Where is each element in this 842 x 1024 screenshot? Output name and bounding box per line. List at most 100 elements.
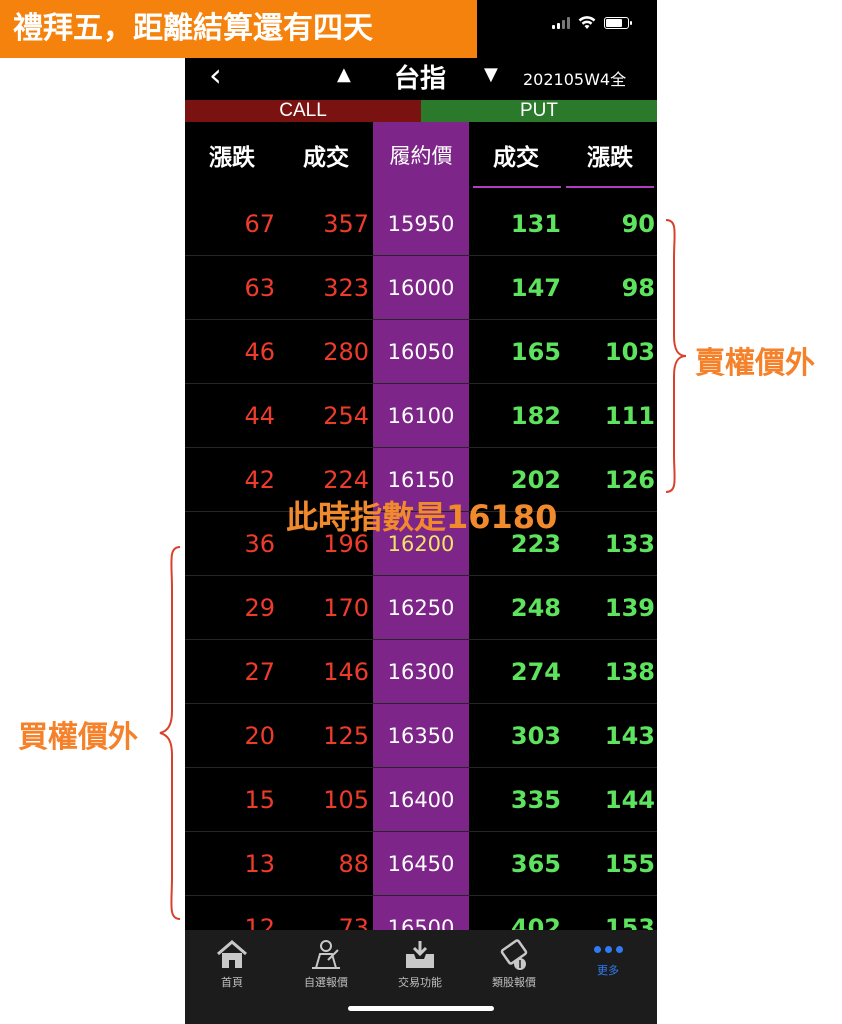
header-strike: 履約價 [389, 144, 453, 168]
call-volume-cell[interactable]: 125 [279, 704, 369, 768]
header-call-volume[interactable]: 成交 [279, 122, 373, 188]
put-change-cell[interactable]: 98 [563, 256, 655, 320]
sector-quote-icon [500, 939, 528, 970]
call-volume-cell[interactable]: 146 [279, 640, 369, 704]
table-row[interactable]: 67 357 15950 131 90 [185, 192, 657, 256]
put-volume-cell[interactable]: 365 [469, 832, 561, 896]
strike-price-cell[interactable]: 16400 [373, 768, 469, 832]
call-change-cell[interactable]: 63 [185, 256, 275, 320]
buy-otm-annotation: 買權價外 [18, 720, 138, 755]
call-change-cell[interactable]: 29 [185, 576, 275, 640]
tab-home[interactable]: 首頁 [185, 930, 279, 990]
put-change-cell[interactable]: 126 [563, 448, 655, 512]
prev-contract-button[interactable]: ▲ [337, 64, 351, 85]
call-change-cell[interactable]: 36 [185, 512, 275, 576]
put-change-cell[interactable]: 138 [563, 640, 655, 704]
call-put-bar: CALL PUT [185, 100, 657, 122]
call-change-cell[interactable]: 27 [185, 640, 275, 704]
sell-otm-annotation: 賣權價外 [695, 346, 815, 381]
contract-week-selector[interactable]: 202105W4全 [523, 66, 626, 90]
put-volume-underline [473, 186, 561, 188]
table-row[interactable]: 27 146 16300 274 138 [185, 640, 657, 704]
home-indicator[interactable] [348, 1006, 494, 1011]
strike-price-cell[interactable]: 16100 [373, 384, 469, 448]
put-change-cell[interactable]: 143 [563, 704, 655, 768]
strike-price-cell[interactable]: 16250 [373, 576, 469, 640]
next-contract-button[interactable]: ▼ [484, 64, 498, 85]
table-row[interactable]: 20 125 16350 303 143 [185, 704, 657, 768]
header-call-change[interactable]: 漲跌 [185, 122, 279, 188]
call-change-cell[interactable]: 67 [185, 192, 275, 256]
put-change-cell[interactable]: 90 [563, 192, 655, 256]
tab-trade[interactable]: 交易功能 [373, 930, 467, 990]
tab-label: 交易功能 [398, 976, 442, 989]
strike-price-cell[interactable]: 16050 [373, 320, 469, 384]
put-change-cell[interactable]: 133 [563, 512, 655, 576]
tab-label: 類股報價 [492, 976, 536, 989]
battery-icon [604, 17, 632, 29]
call-volume-cell[interactable]: 254 [279, 384, 369, 448]
put-volume-cell[interactable]: 165 [469, 320, 561, 384]
watchlist-icon [312, 940, 340, 969]
index-note-annotation: 此時指數是16180 [286, 498, 558, 536]
strike-price-cell[interactable]: 16450 [373, 832, 469, 896]
put-change-cell[interactable]: 144 [563, 768, 655, 832]
call-volume-cell[interactable]: 105 [279, 768, 369, 832]
chevron-left-icon[interactable]: ‹ [209, 56, 222, 94]
home-icon [217, 940, 247, 968]
tab-label: 更多 [597, 964, 619, 977]
call-volume-cell[interactable]: 170 [279, 576, 369, 640]
call-volume-cell[interactable]: 280 [279, 320, 369, 384]
call-change-cell[interactable]: 46 [185, 320, 275, 384]
table-row[interactable]: 63 323 16000 147 98 [185, 256, 657, 320]
put-volume-cell[interactable]: 248 [469, 576, 561, 640]
call-volume-cell[interactable]: 357 [279, 192, 369, 256]
day-banner: 禮拜五，距離結算還有四天 [0, 0, 477, 58]
header-put-volume[interactable]: 成交 [469, 122, 563, 188]
put-change-underline [566, 186, 654, 188]
call-change-cell[interactable]: 13 [185, 832, 275, 896]
tab-label: 自選報價 [304, 976, 348, 989]
call-change-cell[interactable]: 44 [185, 384, 275, 448]
tab-more[interactable]: 更多 [561, 930, 655, 990]
tab-label: 首頁 [221, 976, 243, 989]
put-volume-cell[interactable]: 182 [469, 384, 561, 448]
strike-price-cell[interactable]: 16300 [373, 640, 469, 704]
put-change-cell[interactable]: 155 [563, 832, 655, 896]
tab-watchlist[interactable]: 自選報價 [279, 930, 373, 990]
strike-price-cell[interactable]: 16350 [373, 704, 469, 768]
page-title: 台指 [394, 64, 447, 94]
wifi-icon [578, 16, 596, 29]
tab-sector[interactable]: 類股報價 [467, 930, 561, 990]
put-volume-cell[interactable]: 147 [469, 256, 561, 320]
trade-inbox-icon [406, 941, 434, 968]
call-change-cell[interactable]: 20 [185, 704, 275, 768]
table-row[interactable]: 13 88 16450 365 155 [185, 832, 657, 896]
put-volume-cell[interactable]: 274 [469, 640, 561, 704]
more-dots-icon [561, 946, 655, 954]
call-change-cell[interactable]: 42 [185, 448, 275, 512]
option-chain-table: 67 357 15950 131 90 63 323 16000 147 98 46 280 16050… [185, 192, 657, 960]
buy-otm-brace [159, 546, 181, 920]
call-volume-cell[interactable]: 323 [279, 256, 369, 320]
strike-price-cell[interactable]: 15950 [373, 192, 469, 256]
put-volume-cell[interactable]: 303 [469, 704, 561, 768]
header-put-change[interactable]: 漲跌 [563, 122, 657, 188]
put-label: PUT [421, 100, 657, 122]
table-row[interactable]: 46 280 16050 165 103 [185, 320, 657, 384]
call-volume-cell[interactable]: 88 [279, 832, 369, 896]
put-change-cell[interactable]: 139 [563, 576, 655, 640]
status-bar [552, 16, 632, 30]
header-bar: ‹ ▲ 台指 ▼ 202105W4全 [185, 52, 657, 98]
signal-icon [552, 17, 570, 29]
sell-otm-brace [665, 219, 687, 493]
table-row[interactable]: 44 254 16100 182 111 [185, 384, 657, 448]
put-volume-cell[interactable]: 335 [469, 768, 561, 832]
put-change-cell[interactable]: 103 [563, 320, 655, 384]
table-row[interactable]: 15 105 16400 335 144 [185, 768, 657, 832]
put-volume-cell[interactable]: 131 [469, 192, 561, 256]
put-change-cell[interactable]: 111 [563, 384, 655, 448]
call-change-cell[interactable]: 15 [185, 768, 275, 832]
strike-price-cell[interactable]: 16000 [373, 256, 469, 320]
table-row[interactable]: 29 170 16250 248 139 [185, 576, 657, 640]
